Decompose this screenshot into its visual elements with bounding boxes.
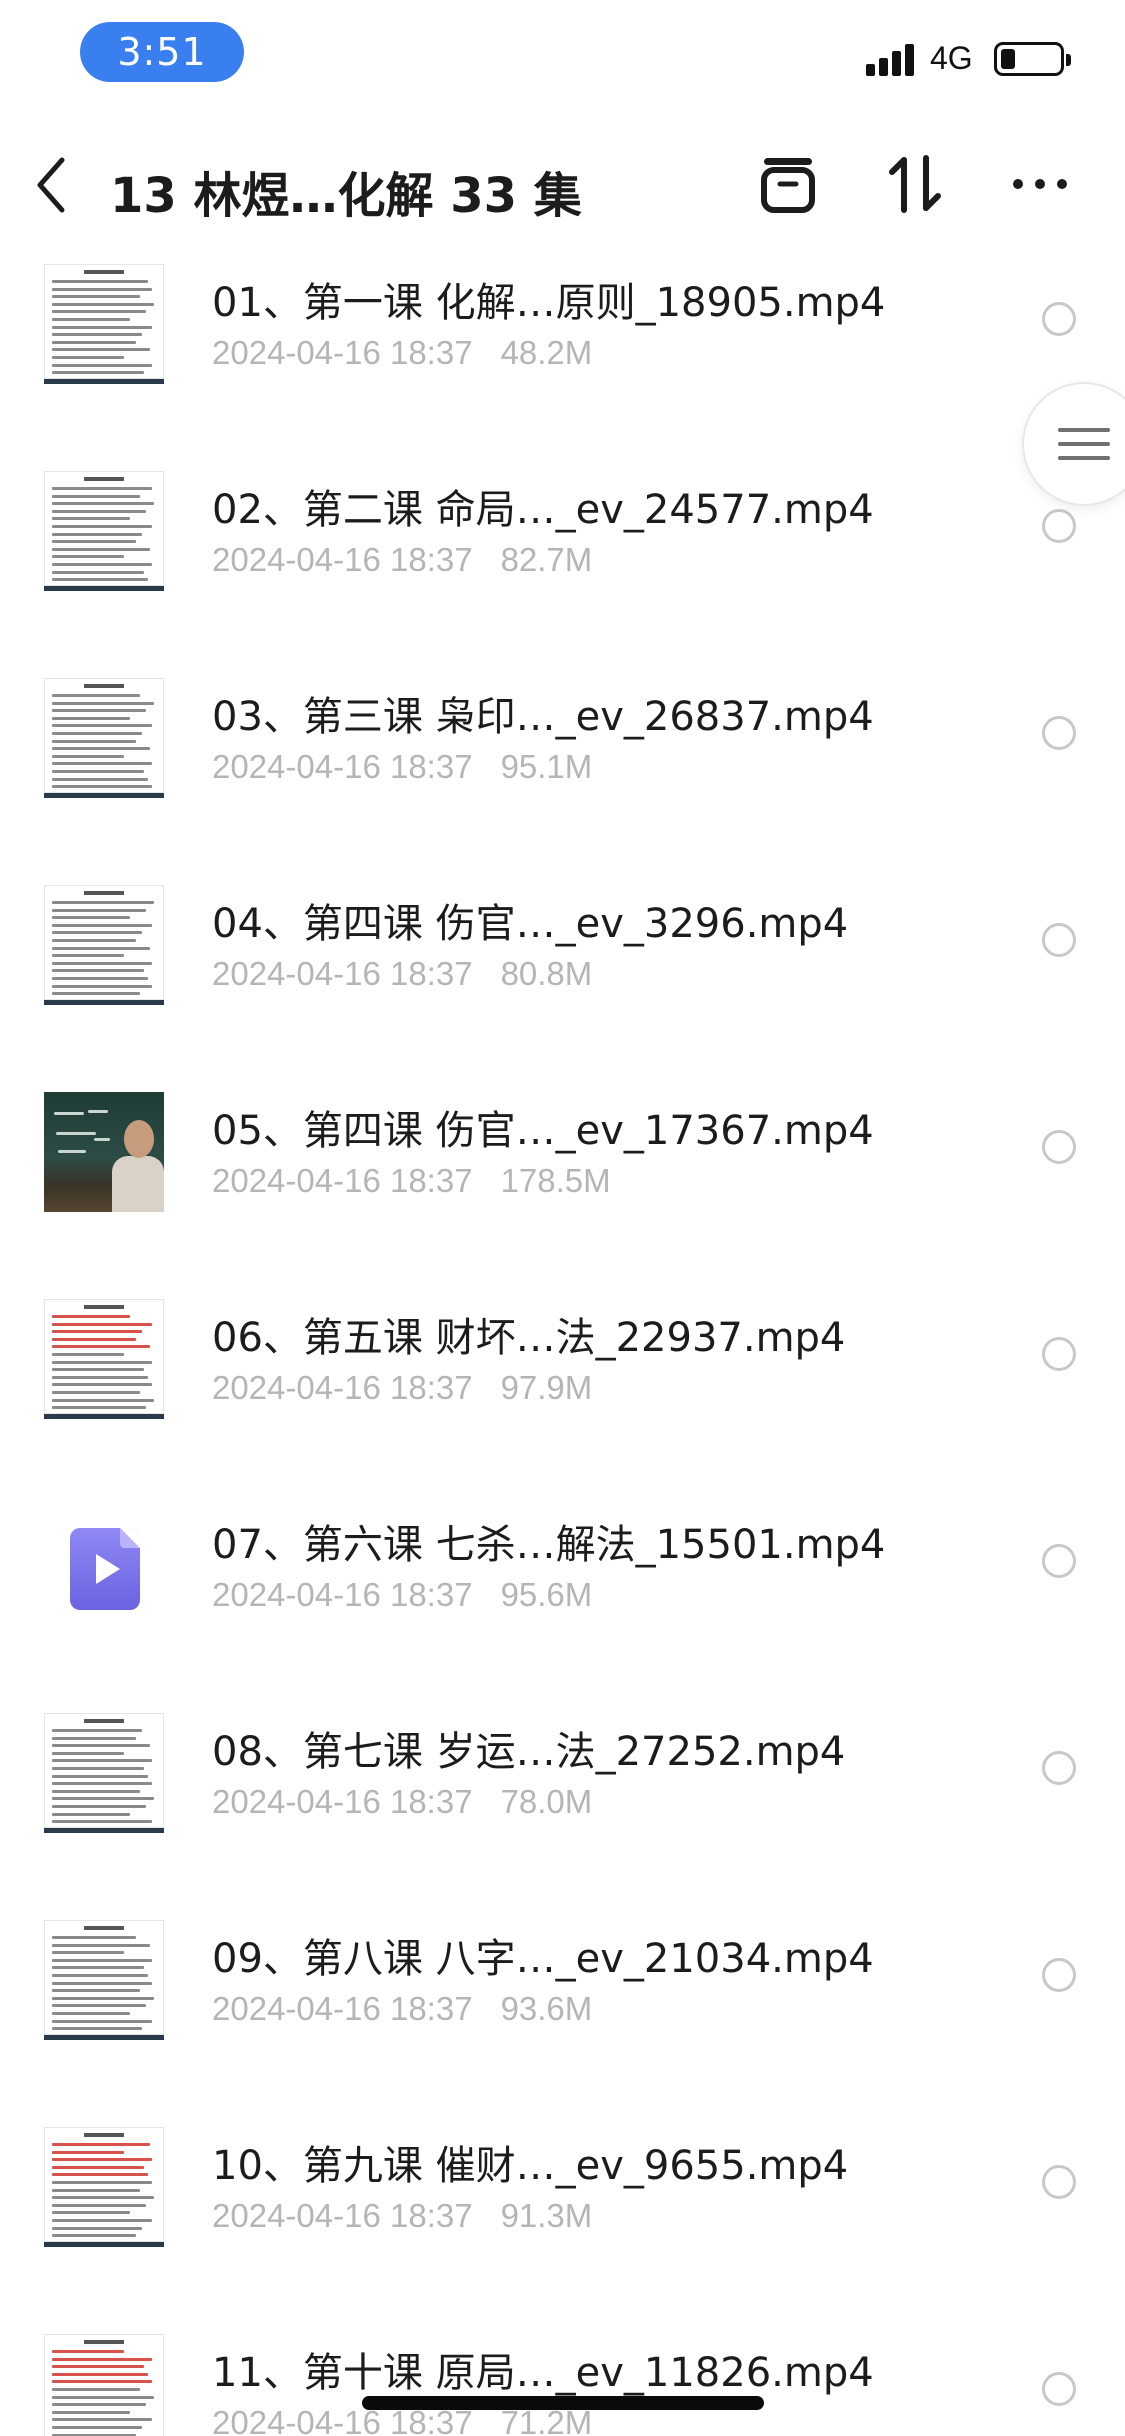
status-bar: 3:51 4G bbox=[0, 0, 1125, 110]
select-radio[interactable] bbox=[1042, 302, 1076, 336]
file-thumbnail bbox=[44, 1713, 164, 1833]
menu-icon-line bbox=[1058, 442, 1110, 446]
file-size: 82.7M bbox=[500, 541, 593, 578]
file-name: 05、第四课 伤官…_ev_17367.mp4 bbox=[212, 1108, 874, 1154]
file-name: 08、第七课 岁运…法_27252.mp4 bbox=[212, 1729, 846, 1775]
file-meta: 2024-04-16 18:37 95.1M bbox=[212, 748, 592, 786]
file-meta: 2024-04-16 18:37 178.5M bbox=[212, 1162, 611, 1200]
file-date: 2024-04-16 18:37 bbox=[212, 1576, 473, 1613]
file-size: 178.5M bbox=[500, 1162, 611, 1199]
file-row[interactable]: 02、第二课 命局…_ev_24577.mp4 2024-04-16 18:37 8… bbox=[0, 457, 1125, 664]
signal-icon bbox=[866, 40, 918, 76]
file-name: 07、第六课 七杀…解法_15501.mp4 bbox=[212, 1522, 886, 1568]
menu-icon bbox=[1058, 428, 1110, 432]
file-thumbnail bbox=[44, 2127, 164, 2247]
file-date: 2024-04-16 18:37 bbox=[212, 334, 473, 371]
status-time[interactable]: 3:51 bbox=[80, 22, 244, 82]
file-size: 93.6M bbox=[500, 1990, 593, 2027]
page-title: 13 林煜…化解 33 集 bbox=[110, 168, 582, 224]
file-thumbnail bbox=[44, 678, 164, 798]
file-size: 91.3M bbox=[500, 2197, 593, 2234]
file-thumbnail bbox=[44, 885, 164, 1005]
file-meta: 2024-04-16 18:37 93.6M bbox=[212, 1990, 592, 2028]
file-date: 2024-04-16 18:37 bbox=[212, 1162, 473, 1199]
video-file-icon bbox=[44, 1506, 164, 1626]
sort-icon[interactable] bbox=[884, 152, 948, 216]
file-size: 95.6M bbox=[500, 1576, 593, 1613]
file-date: 2024-04-16 18:37 bbox=[212, 955, 473, 992]
select-all-icon[interactable] bbox=[756, 152, 820, 216]
file-row[interactable]: 09、第八课 八字…_ev_21034.mp4 2024-04-16 18:37 9… bbox=[0, 1906, 1125, 2113]
more-icon[interactable] bbox=[1008, 152, 1072, 216]
file-name: 02、第二课 命局…_ev_24577.mp4 bbox=[212, 487, 874, 533]
file-thumbnail bbox=[44, 471, 164, 591]
file-name: 01、第一课 化解…原则_18905.mp4 bbox=[212, 280, 886, 326]
file-meta: 2024-04-16 18:37 97.9M bbox=[212, 1369, 592, 1407]
select-radio[interactable] bbox=[1042, 1751, 1076, 1785]
select-radio[interactable] bbox=[1042, 1958, 1076, 1992]
select-radio[interactable] bbox=[1042, 2165, 1076, 2199]
file-date: 2024-04-16 18:37 bbox=[212, 1990, 473, 2027]
file-list: 01、第一课 化解…原则_18905.mp4 2024-04-16 18:37 48… bbox=[0, 250, 1125, 2436]
file-row[interactable]: 06、第五课 财坏…法_22937.mp4 2024-04-16 18:37 97.… bbox=[0, 1285, 1125, 1492]
file-name: 04、第四课 伤官…_ev_3296.mp4 bbox=[212, 901, 849, 947]
file-meta: 2024-04-16 18:37 48.2M bbox=[212, 334, 592, 372]
file-row[interactable]: 08、第七课 岁运…法_27252.mp4 2024-04-16 18:37 78.… bbox=[0, 1699, 1125, 1906]
file-meta: 2024-04-16 18:37 82.7M bbox=[212, 541, 592, 579]
file-meta: 2024-04-16 18:37 95.6M bbox=[212, 1576, 592, 1614]
nav-bar: 13 林煜…化解 33 集 bbox=[0, 130, 1125, 240]
file-date: 2024-04-16 18:37 bbox=[212, 2197, 473, 2234]
file-row[interactable]: 10、第九课 催财…_ev_9655.mp4 2024-04-16 18:37 91… bbox=[0, 2113, 1125, 2320]
file-date: 2024-04-16 18:37 bbox=[212, 1783, 473, 1820]
file-size: 97.9M bbox=[500, 1369, 593, 1406]
file-meta: 2024-04-16 18:37 91.3M bbox=[212, 2197, 592, 2235]
select-radio[interactable] bbox=[1042, 1544, 1076, 1578]
file-row[interactable]: 07、第六课 七杀…解法_15501.mp4 2024-04-16 18:37 95… bbox=[0, 1492, 1125, 1699]
file-thumbnail bbox=[44, 1092, 164, 1212]
file-date: 2024-04-16 18:37 bbox=[212, 748, 473, 785]
file-row[interactable]: 04、第四课 伤官…_ev_3296.mp4 2024-04-16 18:37 80… bbox=[0, 871, 1125, 1078]
select-radio[interactable] bbox=[1042, 1337, 1076, 1371]
file-thumbnail bbox=[44, 1920, 164, 2040]
file-row[interactable]: 01、第一课 化解…原则_18905.mp4 2024-04-16 18:37 48… bbox=[0, 250, 1125, 457]
file-name: 10、第九课 催财…_ev_9655.mp4 bbox=[212, 2143, 849, 2189]
file-thumbnail bbox=[44, 2334, 164, 2436]
select-radio[interactable] bbox=[1042, 1130, 1076, 1164]
file-name: 03、第三课 枭印…_ev_26837.mp4 bbox=[212, 694, 874, 740]
select-radio[interactable] bbox=[1042, 509, 1076, 543]
menu-icon-line bbox=[1058, 456, 1110, 460]
file-size: 48.2M bbox=[500, 334, 593, 371]
file-name: 11、第十课 原局…_ev_11826.mp4 bbox=[212, 2350, 874, 2396]
file-size: 80.8M bbox=[500, 955, 593, 992]
file-date: 2024-04-16 18:37 bbox=[212, 541, 473, 578]
file-name: 06、第五课 财坏…法_22937.mp4 bbox=[212, 1315, 846, 1361]
chevron-left-icon[interactable] bbox=[28, 150, 78, 220]
select-radio[interactable] bbox=[1042, 923, 1076, 957]
select-radio[interactable] bbox=[1042, 716, 1076, 750]
play-icon bbox=[96, 1554, 120, 1584]
file-thumbnail bbox=[44, 264, 164, 384]
file-meta: 2024-04-16 18:37 80.8M bbox=[212, 955, 592, 993]
battery-icon bbox=[994, 42, 1071, 76]
file-meta: 2024-04-16 18:37 78.0M bbox=[212, 1783, 592, 1821]
file-row[interactable]: 03、第三课 枭印…_ev_26837.mp4 2024-04-16 18:37 9… bbox=[0, 664, 1125, 871]
home-indicator bbox=[362, 2396, 764, 2410]
network-type: 4G bbox=[930, 40, 973, 76]
file-row[interactable]: 05、第四课 伤官…_ev_17367.mp4 2024-04-16 18:37 1… bbox=[0, 1078, 1125, 1285]
file-date: 2024-04-16 18:37 bbox=[212, 1369, 473, 1406]
file-name: 09、第八课 八字…_ev_21034.mp4 bbox=[212, 1936, 874, 1982]
file-size: 78.0M bbox=[500, 1783, 593, 1820]
file-row[interactable]: 11、第十课 原局…_ev_11826.mp4 2024-04-16 18:37 7… bbox=[0, 2320, 1125, 2436]
file-size: 95.1M bbox=[500, 748, 593, 785]
select-radio[interactable] bbox=[1042, 2372, 1076, 2406]
file-thumbnail bbox=[44, 1299, 164, 1419]
